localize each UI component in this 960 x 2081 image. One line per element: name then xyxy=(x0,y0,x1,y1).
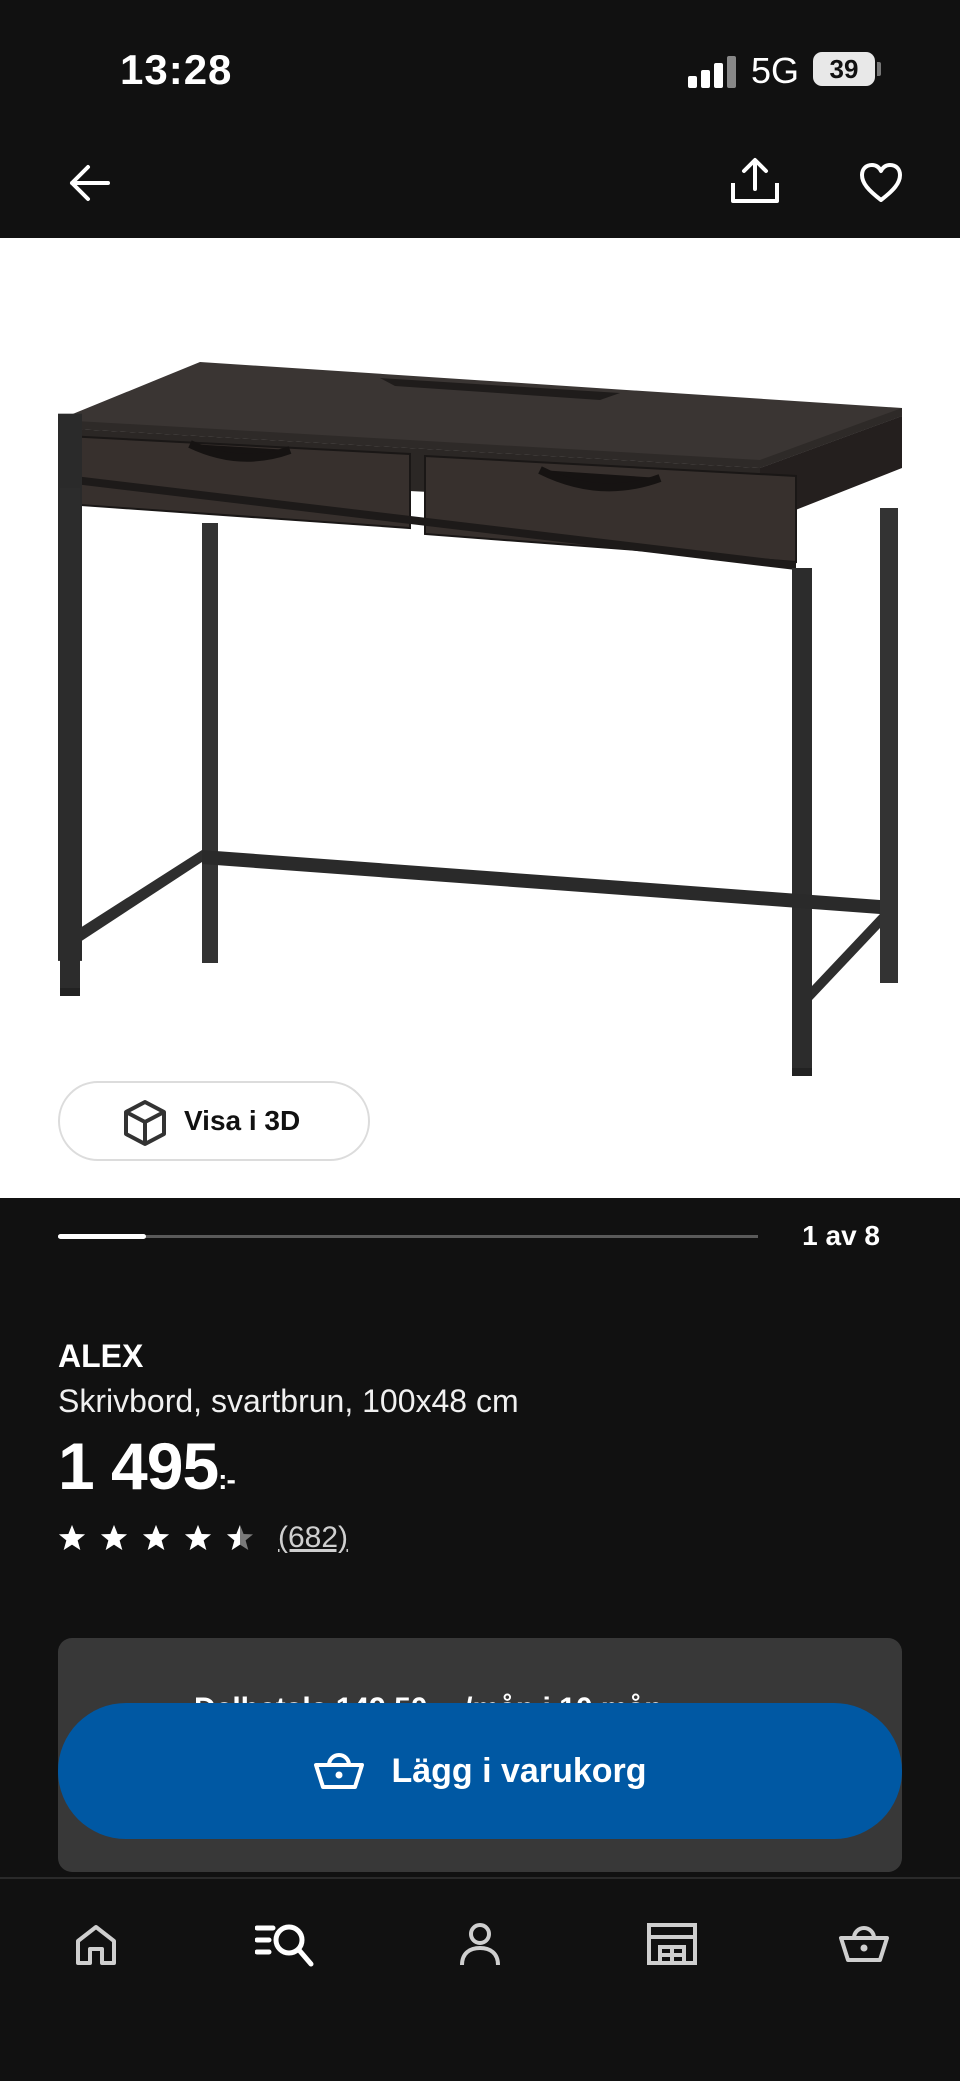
person-icon xyxy=(460,1923,500,1966)
basket-icon xyxy=(314,1753,365,1789)
cube-3d-icon xyxy=(124,1100,166,1146)
rating-stars xyxy=(58,1522,266,1554)
price-suffix: :- xyxy=(218,1464,236,1495)
price-value: 1 495 xyxy=(58,1429,219,1503)
search-list-icon xyxy=(255,1924,314,1967)
star-icon xyxy=(227,1525,253,1550)
star-icon xyxy=(185,1525,211,1550)
star-icon xyxy=(101,1525,127,1550)
heart-icon xyxy=(860,163,902,202)
tab-profile[interactable] xyxy=(440,1909,520,1979)
status-bar: 13:28 5G 39 xyxy=(0,0,960,140)
battery-tip xyxy=(877,62,881,76)
product-rating[interactable]: (682) xyxy=(58,1520,348,1556)
gallery-progress-bar xyxy=(58,1234,758,1239)
store-icon xyxy=(647,1923,697,1965)
product-name: ALEX xyxy=(58,1338,144,1374)
home-icon xyxy=(76,1925,116,1965)
basket-icon xyxy=(839,1926,889,1962)
tab-cart[interactable] xyxy=(824,1909,904,1979)
status-time: 13:28 xyxy=(120,46,233,93)
bottom-tab-bar xyxy=(0,1877,960,2081)
gallery-progress-fill xyxy=(58,1234,146,1239)
tab-home[interactable] xyxy=(56,1909,136,1979)
review-count-link[interactable]: (682) xyxy=(278,1521,348,1555)
product-price: 1 495:- xyxy=(58,1428,236,1504)
gallery-page-counter: 1 av 8 xyxy=(802,1220,880,1251)
battery-icon: 39 xyxy=(813,52,875,86)
product-description: Skrivbord, svartbrun, 100x48 cm xyxy=(58,1383,519,1419)
add-to-cart-button[interactable]: Lägg i varukorg xyxy=(58,1703,902,1839)
network-type: 5G xyxy=(751,50,800,91)
favorite-button[interactable] xyxy=(846,148,916,218)
tab-stores[interactable] xyxy=(632,1909,712,1979)
add-to-cart-label: Lägg i varukorg xyxy=(391,1751,647,1790)
share-icon xyxy=(731,158,779,203)
view-3d-button[interactable]: Visa i 3D xyxy=(58,1081,370,1161)
product-image-gallery[interactable]: Visa i 3D xyxy=(0,238,960,1198)
share-button[interactable] xyxy=(720,146,790,216)
arrow-left-icon xyxy=(70,165,110,201)
product-header xyxy=(0,140,960,238)
star-icon xyxy=(59,1525,85,1550)
view-3d-label: Visa i 3D xyxy=(184,1105,301,1136)
tab-search[interactable] xyxy=(246,1909,326,1979)
back-button[interactable] xyxy=(54,148,124,218)
signal-strength-icon xyxy=(688,54,736,88)
product-image xyxy=(58,362,902,1076)
star-icon xyxy=(143,1525,169,1550)
